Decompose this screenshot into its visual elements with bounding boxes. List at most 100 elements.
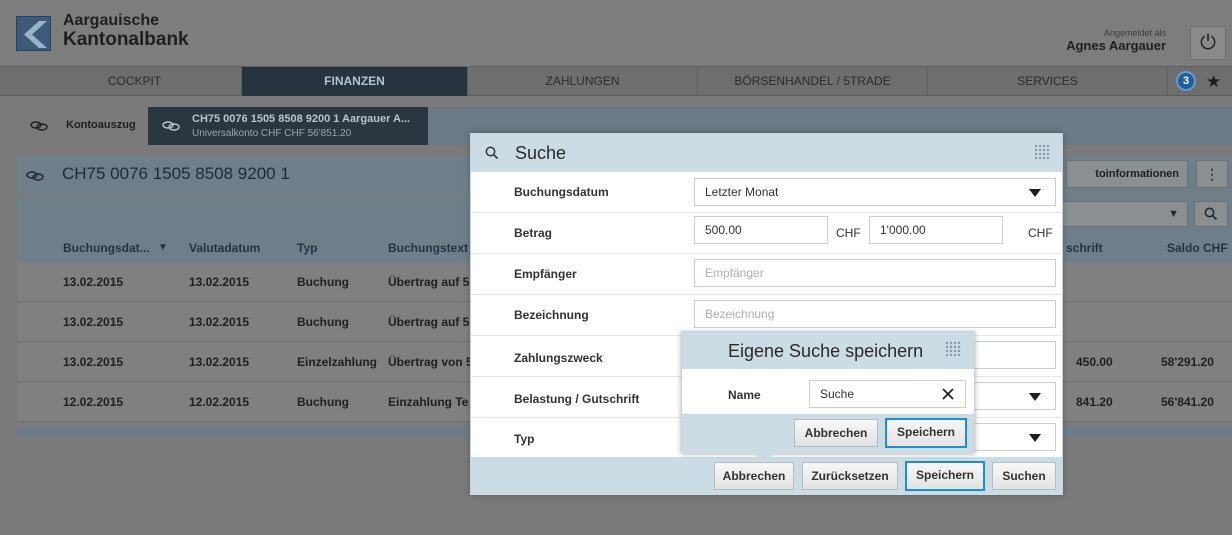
notification-badge[interactable]: 3 <box>1176 71 1196 91</box>
cell-buchungsdatum: 12.02.2015 <box>63 395 124 409</box>
coins-icon <box>30 121 48 131</box>
coins-icon <box>162 121 180 131</box>
search-save-button[interactable]: Speichern <box>905 461 985 491</box>
cell-gutschrift: 450.00 <box>1076 355 1113 369</box>
cell-buchungsdatum: 13.02.2015 <box>63 275 124 289</box>
more-menu-button[interactable]: ⋮ <box>1196 160 1228 188</box>
sort-desc-icon[interactable]: ▼ <box>158 242 168 253</box>
caret-down-icon <box>1029 393 1041 401</box>
label-search-name: Name <box>728 388 761 402</box>
drag-handle-icon[interactable] <box>1032 142 1054 164</box>
cell-saldo: 56'841.20 <box>1161 395 1214 409</box>
nav-tab-boersenhandel[interactable]: BÖRSENHANDEL / 5TRADE <box>698 67 928 96</box>
label-betrag: Betrag <box>514 226 553 240</box>
betrag-from-unit: CHF <box>836 226 861 240</box>
power-icon: ⏻ <box>1200 32 1216 54</box>
breadcrumb-kontoauszug-label: Kontoauszug <box>66 119 136 131</box>
drag-handle-icon[interactable] <box>943 339 965 361</box>
buchungsdatum-select[interactable]: Letzter Monat <box>694 178 1056 206</box>
nav-tab-zahlungen[interactable]: ZAHLUNGEN <box>468 67 698 96</box>
account-iban: CH75 0076 1505 8508 9200 1 <box>62 164 290 183</box>
label-bezeichnung: Bezeichnung <box>514 308 589 322</box>
bezeichnung-input[interactable]: Bezeichnung <box>694 300 1056 328</box>
header: Aargauische Kantonalbank Angemeldet als … <box>0 0 1232 66</box>
nav-tab-services[interactable]: SERVICES <box>928 67 1168 96</box>
caret-down-icon <box>1029 189 1041 197</box>
search-icon <box>485 146 499 160</box>
popup-cancel-button[interactable]: Abbrechen <box>794 419 878 447</box>
betrag-to-unit: CHF <box>1028 226 1053 240</box>
cell-typ: Buchung <box>297 315 349 329</box>
cell-valutadatum: 13.02.2015 <box>189 275 250 289</box>
cell-typ: Buchung <box>297 275 349 289</box>
form-row-betrag: Betrag 500.00 CHF 1'000.00 CHF <box>471 213 1062 254</box>
col-header-gutschrift[interactable]: schrift <box>1066 241 1103 255</box>
breadcrumb-kontoauszug[interactable]: Kontoauszug <box>18 107 148 145</box>
search-icon <box>1204 207 1218 221</box>
account-info-button[interactable]: toinformationen <box>1066 160 1188 188</box>
search-dialog-header[interactable]: Suche <box>471 134 1062 172</box>
label-zahlungszweck: Zahlungszweck <box>514 351 603 365</box>
caret-down-icon: ▼ <box>1168 208 1179 220</box>
nav-tab-cockpit[interactable]: COCKPIT <box>28 67 242 96</box>
form-row-empfaenger: Empfänger Empfänger <box>471 254 1062 295</box>
search-cancel-button[interactable]: Abbrechen <box>714 462 794 490</box>
nav-tab-finanzen[interactable]: FINANZEN <box>242 67 468 96</box>
label-belastung-gutschrift: Belastung / Gutschrift <box>514 392 640 406</box>
logout-button[interactable]: ⏻ <box>1190 26 1226 60</box>
cell-valutadatum: 13.02.2015 <box>189 355 250 369</box>
buchungsdatum-value: Letzter Monat <box>705 185 779 199</box>
form-row-buchungsdatum: Buchungsdatum Letzter Monat <box>471 172 1062 213</box>
main-nav: COCKPIT FINANZEN ZAHLUNGEN BÖRSENHANDEL … <box>0 66 1232 96</box>
form-row-bezeichnung: Bezeichnung Bezeichnung <box>471 295 1062 336</box>
star-icon[interactable]: ★ <box>1206 72 1221 92</box>
close-icon[interactable] <box>941 387 955 401</box>
cell-buchungsdatum: 13.02.2015 <box>63 355 124 369</box>
brand-name-line2: Kantonalbank <box>63 29 189 50</box>
search-dialog-title: Suche <box>515 143 567 163</box>
brand-name-line1: Aargauische <box>63 12 160 29</box>
betrag-to-input[interactable]: 1'000.00 <box>869 216 1003 244</box>
caret-down-icon <box>1029 434 1041 442</box>
search-submit-button[interactable]: Suchen <box>992 462 1056 490</box>
search-name-input[interactable]: Suche <box>809 380 966 408</box>
cell-gutschrift: 841.20 <box>1076 395 1113 409</box>
empfaenger-input[interactable]: Empfänger <box>694 259 1056 287</box>
search-name-value: Suche <box>820 387 855 401</box>
cell-buchungstext: Übertrag auf 5 <box>388 275 470 289</box>
search-reset-button[interactable]: Zurücksetzen <box>802 462 898 490</box>
breadcrumb-account[interactable]: CH75 0076 1505 8508 9200 1 Aargauer A...… <box>148 107 428 145</box>
popup-pointer <box>752 452 776 464</box>
col-header-typ[interactable]: Typ <box>297 241 317 255</box>
coins-icon <box>26 171 44 181</box>
bank-logo-icon[interactable] <box>16 16 51 51</box>
popup-save-button[interactable]: Speichern <box>885 418 967 448</box>
save-search-popup-footer: Abbrechen Speichern <box>682 414 974 453</box>
save-search-popup: Eigene Suche speichern Name Suche Abbrec… <box>681 331 975 453</box>
filter-dropdown[interactable]: ▼ <box>1058 201 1188 227</box>
col-header-valutadatum[interactable]: Valutadatum <box>189 241 260 255</box>
user-name[interactable]: Agnes Aargauer <box>1066 38 1166 53</box>
cell-saldo: 58'291.20 <box>1161 355 1214 369</box>
cell-valutadatum: 12.02.2015 <box>189 395 250 409</box>
save-search-popup-title: Eigene Suche speichern <box>728 341 924 361</box>
breadcrumb-account-title: CH75 0076 1505 8508 9200 1 Aargauer A... <box>192 113 411 125</box>
col-header-saldo[interactable]: Saldo CHF <box>1167 241 1228 255</box>
label-typ: Typ <box>514 432 535 446</box>
cell-buchungsdatum: 13.02.2015 <box>63 315 124 329</box>
col-header-buchungstext[interactable]: Buchungstext <box>388 241 468 255</box>
cell-buchungstext: Übertrag auf 5 <box>388 315 470 329</box>
cell-buchungstext: Übertrag von 5 <box>388 355 473 369</box>
cell-buchungstext: Einzahlung Te <box>388 395 469 409</box>
col-header-buchungsdatum[interactable]: Buchungsdat... <box>63 241 150 255</box>
betrag-from-input[interactable]: 500.00 <box>694 216 828 244</box>
save-search-popup-header[interactable]: Eigene Suche speichern <box>682 332 974 369</box>
breadcrumb-account-subtitle: Universalkonto CHF CHF 56'851.20 <box>192 128 352 139</box>
logged-in-label: Angemeldet als <box>1103 28 1166 38</box>
cell-typ: Einzelzahlung <box>297 355 378 369</box>
cell-typ: Buchung <box>297 395 349 409</box>
cell-valutadatum: 13.02.2015 <box>189 315 250 329</box>
filter-search-button[interactable] <box>1194 201 1228 227</box>
label-buchungsdatum: Buchungsdatum <box>514 185 609 199</box>
label-empfaenger: Empfänger <box>514 267 577 281</box>
